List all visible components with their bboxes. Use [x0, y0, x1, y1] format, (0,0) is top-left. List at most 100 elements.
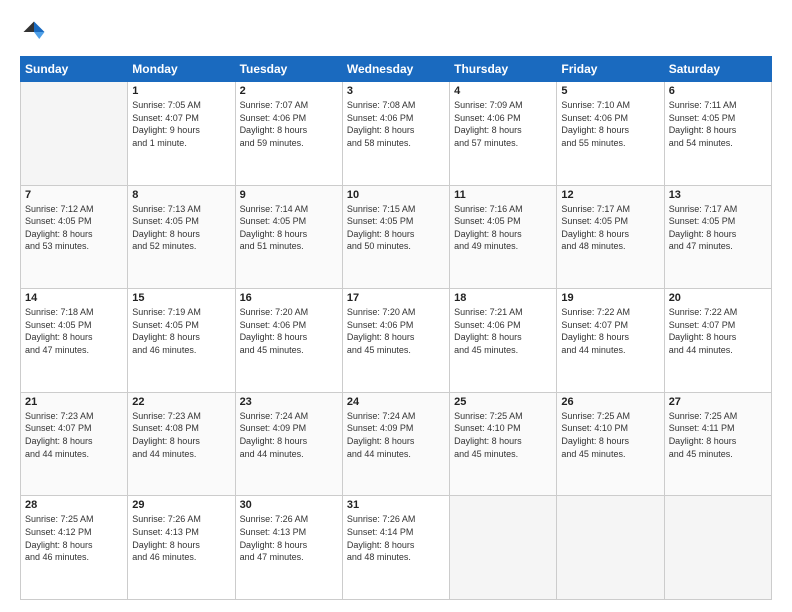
cell-sun-info: Sunrise: 7:19 AM Sunset: 4:05 PM Dayligh… [132, 306, 230, 356]
calendar-cell: 7Sunrise: 7:12 AM Sunset: 4:05 PM Daylig… [21, 185, 128, 289]
calendar-cell: 4Sunrise: 7:09 AM Sunset: 4:06 PM Daylig… [450, 82, 557, 186]
weekday-header-saturday: Saturday [664, 57, 771, 82]
day-number: 28 [25, 499, 123, 511]
calendar-cell: 24 Sunrise: 7:24 AM Sunset: 4:09 PM Dayli… [342, 392, 449, 496]
cell-sun-info: Sunrise: 7:26 AM Sunset: 4:14 PM Dayligh… [347, 513, 445, 563]
calendar-table: SundayMondayTuesdayWednesdayThursdayFrid… [20, 56, 772, 600]
day-number: 25 [454, 396, 552, 408]
day-number: 5 [561, 85, 659, 97]
calendar-cell: 27Sunrise: 7:25 AM Sunset: 4:11 PM Dayli… [664, 392, 771, 496]
calendar-cell: 31 Sunrise: 7:26 AM Sunset: 4:14 PM Dayli… [342, 496, 449, 600]
cell-sun-info: Sunrise: 7:08 AM Sunset: 4:06 PM Dayligh… [347, 99, 445, 149]
calendar-cell: 17 Sunrise: 7:20 AM Sunset: 4:06 PM Dayli… [342, 289, 449, 393]
day-number: 30 [240, 499, 338, 511]
cell-sun-info: Sunrise: 7:18 AM Sunset: 4:05 PM Dayligh… [25, 306, 123, 356]
cell-sun-info: Sunrise: 7:20 AM Sunset: 4:06 PM Dayligh… [240, 306, 338, 356]
calendar-cell: 29 Sunrise: 7:26 AM Sunset: 4:13 PM Dayli… [128, 496, 235, 600]
weekday-header-monday: Monday [128, 57, 235, 82]
cell-sun-info: Sunrise: 7:26 AM Sunset: 4:13 PM Dayligh… [240, 513, 338, 563]
cell-sun-info: Sunrise: 7:17 AM Sunset: 4:05 PM Dayligh… [669, 203, 767, 253]
calendar-cell: 14Sunrise: 7:18 AM Sunset: 4:05 PM Dayli… [21, 289, 128, 393]
cell-sun-info: Sunrise: 7:05 AM Sunset: 4:07 PM Dayligh… [132, 99, 230, 149]
cell-sun-info: Sunrise: 7:13 AM Sunset: 4:05 PM Dayligh… [132, 203, 230, 253]
cell-sun-info: Sunrise: 7:14 AM Sunset: 4:05 PM Dayligh… [240, 203, 338, 253]
cell-sun-info: Sunrise: 7:21 AM Sunset: 4:06 PM Dayligh… [454, 306, 552, 356]
day-number: 23 [240, 396, 338, 408]
weekday-header-sunday: Sunday [21, 57, 128, 82]
day-number: 29 [132, 499, 230, 511]
calendar-cell: 3 Sunrise: 7:08 AM Sunset: 4:06 PM Daylig… [342, 82, 449, 186]
cell-sun-info: Sunrise: 7:07 AM Sunset: 4:06 PM Dayligh… [240, 99, 338, 149]
calendar-cell: 5 Sunrise: 7:10 AM Sunset: 4:06 PM Daylig… [557, 82, 664, 186]
weekday-header-thursday: Thursday [450, 57, 557, 82]
calendar-cell: 21 Sunrise: 7:23 AM Sunset: 4:07 PM Dayli… [21, 392, 128, 496]
day-number: 18 [454, 292, 552, 304]
cell-sun-info: Sunrise: 7:23 AM Sunset: 4:08 PM Dayligh… [132, 410, 230, 460]
calendar-cell: 1 Sunrise: 7:05 AM Sunset: 4:07 PM Daylig… [128, 82, 235, 186]
cell-sun-info: Sunrise: 7:22 AM Sunset: 4:07 PM Dayligh… [669, 306, 767, 356]
cell-sun-info: Sunrise: 7:16 AM Sunset: 4:05 PM Dayligh… [454, 203, 552, 253]
day-number: 11 [454, 189, 552, 201]
calendar-cell: 25 Sunrise: 7:25 AM Sunset: 4:10 PM Dayli… [450, 392, 557, 496]
calendar-week-3: 14Sunrise: 7:18 AM Sunset: 4:05 PM Dayli… [21, 289, 772, 393]
cell-sun-info: Sunrise: 7:26 AM Sunset: 4:13 PM Dayligh… [132, 513, 230, 563]
weekday-header-wednesday: Wednesday [342, 57, 449, 82]
logo [20, 18, 52, 46]
calendar-cell: 30 Sunrise: 7:26 AM Sunset: 4:13 PM Dayli… [235, 496, 342, 600]
calendar-cell: 13 Sunrise: 7:17 AM Sunset: 4:05 PM Dayli… [664, 185, 771, 289]
cell-sun-info: Sunrise: 7:24 AM Sunset: 4:09 PM Dayligh… [347, 410, 445, 460]
calendar-cell [557, 496, 664, 600]
day-number: 26 [561, 396, 659, 408]
cell-sun-info: Sunrise: 7:25 AM Sunset: 4:12 PM Dayligh… [25, 513, 123, 563]
calendar-cell: 20 Sunrise: 7:22 AM Sunset: 4:07 PM Dayli… [664, 289, 771, 393]
day-number: 6 [669, 85, 767, 97]
calendar-week-5: 28 Sunrise: 7:25 AM Sunset: 4:12 PM Dayli… [21, 496, 772, 600]
day-number: 31 [347, 499, 445, 511]
day-number: 13 [669, 189, 767, 201]
calendar-cell: 10 Sunrise: 7:15 AM Sunset: 4:05 PM Dayli… [342, 185, 449, 289]
day-number: 21 [25, 396, 123, 408]
page: SundayMondayTuesdayWednesdayThursdayFrid… [0, 0, 792, 612]
cell-sun-info: Sunrise: 7:23 AM Sunset: 4:07 PM Dayligh… [25, 410, 123, 460]
calendar-cell: 23Sunrise: 7:24 AM Sunset: 4:09 PM Dayli… [235, 392, 342, 496]
cell-sun-info: Sunrise: 7:25 AM Sunset: 4:10 PM Dayligh… [454, 410, 552, 460]
weekday-header-tuesday: Tuesday [235, 57, 342, 82]
calendar-cell: 11 Sunrise: 7:16 AM Sunset: 4:05 PM Dayli… [450, 185, 557, 289]
day-number: 10 [347, 189, 445, 201]
cell-sun-info: Sunrise: 7:11 AM Sunset: 4:05 PM Dayligh… [669, 99, 767, 149]
day-number: 20 [669, 292, 767, 304]
day-number: 27 [669, 396, 767, 408]
calendar-cell: 15 Sunrise: 7:19 AM Sunset: 4:05 PM Dayli… [128, 289, 235, 393]
day-number: 8 [132, 189, 230, 201]
calendar-week-1: 1 Sunrise: 7:05 AM Sunset: 4:07 PM Daylig… [21, 82, 772, 186]
calendar-cell: 22 Sunrise: 7:23 AM Sunset: 4:08 PM Dayli… [128, 392, 235, 496]
day-number: 15 [132, 292, 230, 304]
calendar-week-4: 21 Sunrise: 7:23 AM Sunset: 4:07 PM Dayli… [21, 392, 772, 496]
day-number: 17 [347, 292, 445, 304]
calendar-cell: 26 Sunrise: 7:25 AM Sunset: 4:10 PM Dayli… [557, 392, 664, 496]
calendar-week-2: 7Sunrise: 7:12 AM Sunset: 4:05 PM Daylig… [21, 185, 772, 289]
day-number: 24 [347, 396, 445, 408]
weekday-header-row: SundayMondayTuesdayWednesdayThursdayFrid… [21, 57, 772, 82]
cell-sun-info: Sunrise: 7:17 AM Sunset: 4:05 PM Dayligh… [561, 203, 659, 253]
day-number: 1 [132, 85, 230, 97]
day-number: 9 [240, 189, 338, 201]
weekday-header-friday: Friday [557, 57, 664, 82]
cell-sun-info: Sunrise: 7:25 AM Sunset: 4:10 PM Dayligh… [561, 410, 659, 460]
calendar-cell: 8 Sunrise: 7:13 AM Sunset: 4:05 PM Daylig… [128, 185, 235, 289]
calendar-cell [664, 496, 771, 600]
calendar-cell: 12 Sunrise: 7:17 AM Sunset: 4:05 PM Dayli… [557, 185, 664, 289]
cell-sun-info: Sunrise: 7:15 AM Sunset: 4:05 PM Dayligh… [347, 203, 445, 253]
day-number: 12 [561, 189, 659, 201]
cell-sun-info: Sunrise: 7:20 AM Sunset: 4:06 PM Dayligh… [347, 306, 445, 356]
calendar-cell: 19 Sunrise: 7:22 AM Sunset: 4:07 PM Dayli… [557, 289, 664, 393]
logo-icon [20, 18, 48, 46]
cell-sun-info: Sunrise: 7:12 AM Sunset: 4:05 PM Dayligh… [25, 203, 123, 253]
day-number: 19 [561, 292, 659, 304]
cell-sun-info: Sunrise: 7:22 AM Sunset: 4:07 PM Dayligh… [561, 306, 659, 356]
cell-sun-info: Sunrise: 7:10 AM Sunset: 4:06 PM Dayligh… [561, 99, 659, 149]
calendar-cell [450, 496, 557, 600]
day-number: 22 [132, 396, 230, 408]
calendar-cell: 9 Sunrise: 7:14 AM Sunset: 4:05 PM Daylig… [235, 185, 342, 289]
day-number: 3 [347, 85, 445, 97]
